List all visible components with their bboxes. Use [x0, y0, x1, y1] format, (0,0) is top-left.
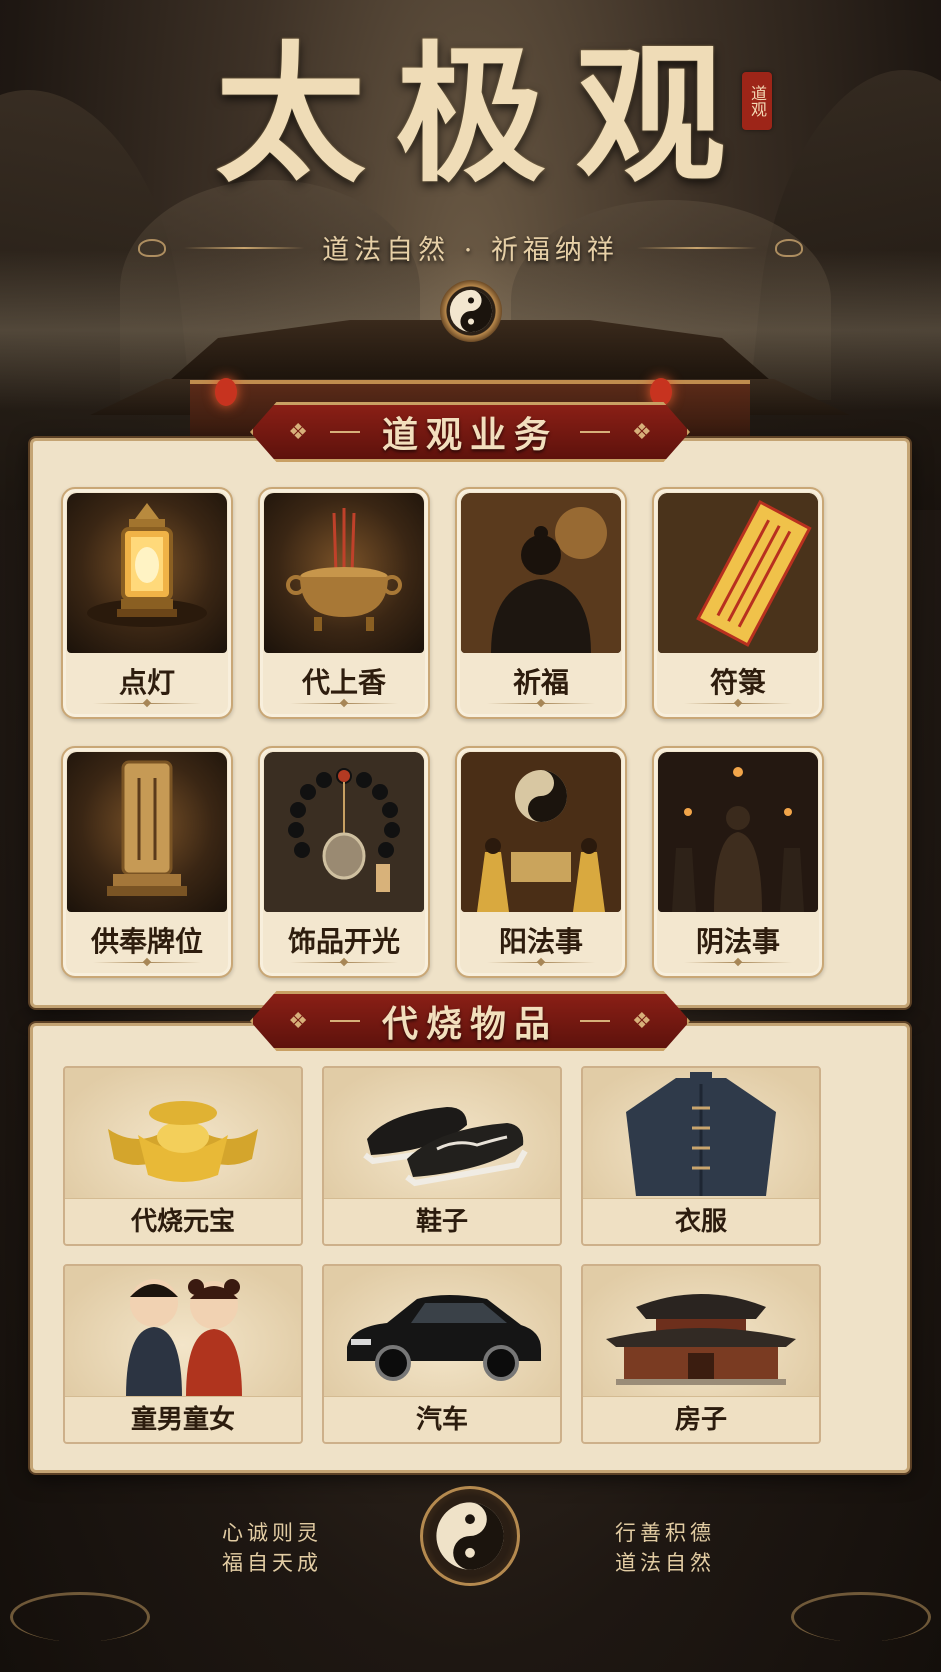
burn-items-heading: 代烧物品 — [381, 1003, 558, 1045]
burn-items-grid: 代烧元宝 鞋子 衣服 童男童女 汽车 房子 — [63, 1066, 821, 1444]
footer-left-line2: 福自天成 — [222, 1551, 322, 1575]
talisman-icon — [658, 493, 818, 653]
page: 太极观 道观 道法自然 · 祈福纳祥 点灯 代上香 祈福 符箓 供奉牌位 饰品开… — [0, 0, 941, 1672]
card-divider — [290, 962, 398, 963]
cloud-ornament-icon — [10, 1592, 150, 1642]
burn-item-label: 童男童女 — [65, 1396, 301, 1442]
seal-stamp: 道观 — [742, 72, 772, 130]
car-icon — [324, 1266, 560, 1398]
service-card-lamp[interactable]: 点灯 — [61, 487, 233, 719]
card-divider — [487, 962, 595, 963]
memorial-tablet-icon — [67, 752, 227, 912]
cloud-ornament-icon — [791, 1592, 931, 1642]
yang-ritual-icon — [461, 752, 621, 912]
subtitle: 道法自然 · 祈福纳祥 — [322, 235, 619, 266]
burn-item-card-shoes[interactable]: 鞋子 — [322, 1066, 562, 1246]
card-divider — [290, 703, 398, 704]
gold-ingot-icon — [65, 1068, 301, 1200]
burn-item-label: 鞋子 — [324, 1198, 560, 1244]
burn-item-label: 房子 — [583, 1396, 819, 1442]
service-card-incense[interactable]: 代上香 — [258, 487, 430, 719]
burn-item-label: 衣服 — [583, 1198, 819, 1244]
service-card-yin-ritual[interactable]: 阴法事 — [652, 746, 824, 978]
prayer-beads-icon — [264, 752, 424, 912]
service-label: 饰品开光 — [287, 925, 400, 958]
divider-line — [636, 246, 757, 249]
lantern-icon — [67, 493, 227, 653]
service-label: 阳法事 — [498, 925, 583, 958]
burn-item-card-clothing[interactable]: 衣服 — [581, 1066, 821, 1246]
service-card-consecration[interactable]: 饰品开光 — [258, 746, 430, 978]
card-divider — [487, 703, 595, 704]
service-card-tablet[interactable]: 供奉牌位 — [61, 746, 233, 978]
service-card-yang-ritual[interactable]: 阳法事 — [455, 746, 627, 978]
shoes-icon — [324, 1068, 560, 1200]
divider-line — [184, 246, 305, 249]
service-label: 符箓 — [709, 666, 766, 699]
house-icon — [583, 1266, 819, 1398]
burn-item-label: 代烧元宝 — [65, 1198, 301, 1244]
card-divider — [93, 962, 201, 963]
service-label: 祈福 — [512, 666, 569, 699]
footer-motto-right: 行善积德 道法自然 — [615, 1518, 715, 1578]
services-heading: 道观业务 — [381, 414, 558, 456]
knot-ornament-icon: ❖ — [632, 1008, 652, 1034]
cloud-ornament-icon — [138, 238, 167, 257]
service-label: 代上香 — [301, 666, 386, 699]
burn-item-card-house[interactable]: 房子 — [581, 1264, 821, 1444]
services-panel: 点灯 代上香 祈福 符箓 供奉牌位 饰品开光 阳法事 阴法事 — [30, 438, 910, 1008]
taiji-emblem-icon — [440, 280, 502, 342]
incense-burner-icon — [264, 493, 424, 653]
knot-ornament-icon: ❖ — [632, 419, 652, 445]
service-label: 阴法事 — [695, 925, 780, 958]
knot-ornament-icon: ❖ — [288, 419, 308, 445]
burn-items-panel: 代烧元宝 鞋子 衣服 童男童女 汽车 房子 — [30, 1023, 910, 1473]
service-label: 点灯 — [118, 666, 175, 699]
taiji-icon — [420, 1486, 520, 1586]
services-banner: ❖ 道观业务 ❖ — [250, 402, 690, 462]
page-title: 太极观 — [215, 27, 756, 203]
banner-dash — [329, 1020, 360, 1022]
banner-dash — [329, 431, 360, 433]
burn-item-card-ingot[interactable]: 代烧元宝 — [63, 1066, 303, 1246]
banner-dash — [580, 431, 610, 433]
card-divider — [684, 703, 792, 704]
subtitle-row: 道法自然 · 祈福纳祥 — [0, 228, 941, 267]
burn-item-card-car[interactable]: 汽车 — [322, 1264, 562, 1444]
burn-item-card-figures[interactable]: 童男童女 — [63, 1264, 303, 1444]
lantern-icon — [650, 378, 672, 406]
service-label: 供奉牌位 — [90, 925, 203, 958]
banner-dash — [580, 1020, 610, 1022]
knot-ornament-icon: ❖ — [288, 1008, 308, 1034]
praying-person-icon — [461, 493, 621, 653]
lantern-icon — [215, 378, 237, 406]
burn-items-banner: ❖ 代烧物品 ❖ — [250, 991, 690, 1051]
footer-right-line2: 道法自然 — [615, 1551, 715, 1575]
services-grid: 点灯 代上香 祈福 符箓 供奉牌位 饰品开光 阳法事 阴法事 — [61, 487, 824, 978]
footer-right-line1: 行善积德 — [615, 1521, 715, 1545]
yin-ritual-icon — [658, 752, 818, 912]
footer-motto-left: 心诚则灵 福自天成 — [222, 1518, 322, 1578]
card-divider — [93, 703, 201, 704]
boy-girl-figures-icon — [65, 1266, 301, 1398]
cloud-ornament-icon — [774, 238, 803, 257]
footer-left-line1: 心诚则灵 — [222, 1521, 322, 1545]
service-card-talisman[interactable]: 符箓 — [652, 487, 824, 719]
footer: 心诚则灵 福自天成 行善积德 道法自然 — [0, 1480, 941, 1672]
service-card-blessing[interactable]: 祈福 — [455, 487, 627, 719]
card-divider — [684, 962, 792, 963]
burn-item-label: 汽车 — [324, 1396, 560, 1442]
clothing-icon — [583, 1068, 819, 1200]
